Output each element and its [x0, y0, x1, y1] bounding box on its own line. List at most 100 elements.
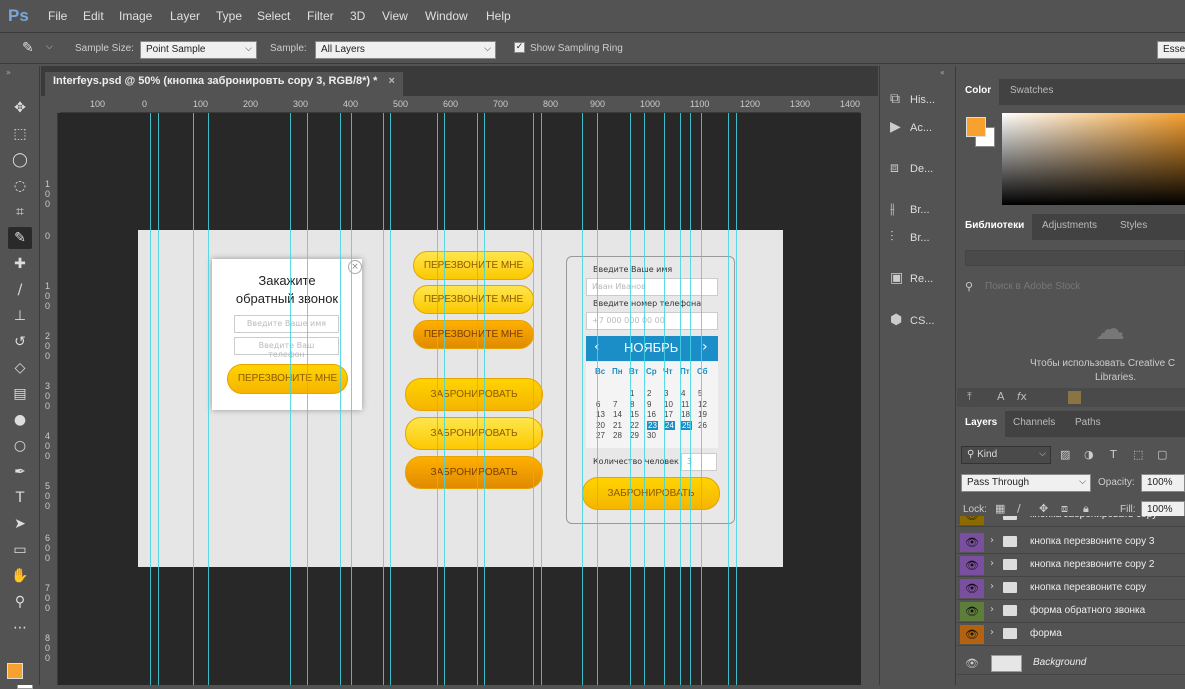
visibility-eye-icon[interactable]: 👁︎: [960, 579, 984, 598]
zoom-tool-icon[interactable]: ⚲: [8, 591, 32, 613]
guide-line[interactable]: [644, 113, 645, 685]
text-style-icon[interactable]: A: [997, 390, 1005, 403]
collapse-icon[interactable]: «: [940, 68, 945, 77]
brush-panel-button[interactable]: ⫲ Br...: [890, 200, 956, 224]
guide-line[interactable]: [736, 113, 737, 685]
calendar-day[interactable]: 14: [613, 410, 622, 419]
eraser-tool-icon[interactable]: ◇: [8, 357, 32, 379]
calendar-day[interactable]: 15: [630, 410, 639, 419]
calendar-day[interactable]: 4: [681, 389, 685, 398]
lock-pixels-icon[interactable]: /: [1017, 502, 1021, 515]
calendar-day[interactable]: 10: [664, 400, 673, 409]
guide-line[interactable]: [664, 113, 665, 685]
move-tool-icon[interactable]: ✥: [8, 97, 32, 119]
calendar-day[interactable]: 12: [698, 400, 707, 409]
calendar-day[interactable]: 16: [647, 410, 656, 419]
tab-layers[interactable]: Layers: [957, 411, 1006, 437]
visibility-eye-icon[interactable]: 👁︎: [960, 533, 984, 552]
dodge-tool-icon[interactable]: ○: [8, 435, 32, 457]
eyedropper-icon[interactable]: ✎: [22, 40, 34, 56]
calendar-day[interactable]: 29: [630, 431, 639, 440]
device-preview-button[interactable]: ⧈ De...: [890, 159, 956, 183]
popup-phone-input[interactable]: Введите Ваш телефон: [234, 337, 339, 359]
more-tools-icon[interactable]: ⋯: [8, 617, 32, 639]
visibility-eye-icon[interactable]: 👁︎: [960, 556, 984, 575]
menu-type[interactable]: Type: [216, 9, 242, 23]
color-picker-field[interactable]: [1002, 113, 1185, 205]
lock-all-icon[interactable]: 🔒︎: [1083, 502, 1089, 516]
visibility-eye-icon[interactable]: 👁︎: [960, 654, 984, 673]
sample-select[interactable]: All Layers ⌵: [315, 41, 496, 59]
resources-panel-button[interactable]: ▣ Re...: [890, 269, 956, 293]
expand-chevron-icon[interactable]: ›: [990, 535, 994, 546]
menu-window[interactable]: Window: [425, 9, 468, 23]
visibility-eye-icon[interactable]: 👁︎: [960, 516, 984, 525]
history-panel-button[interactable]: ⧉ His...: [890, 90, 956, 114]
layer-row[interactable]: 👁︎ › кнопка забронировать copy: [957, 516, 1185, 527]
guide-line[interactable]: [390, 113, 391, 685]
expand-chevron-icon[interactable]: ›: [990, 627, 994, 638]
calendar-day[interactable]: 23: [647, 420, 658, 430]
guide-line[interactable]: [158, 113, 159, 685]
eyedropper-tool-icon[interactable]: ✎: [8, 227, 32, 249]
expand-chevron-icon[interactable]: ›: [990, 581, 994, 592]
layer-row[interactable]: 👁︎ › форма обратного звонка: [957, 600, 1185, 623]
guide-line[interactable]: [597, 113, 598, 685]
show-ring-checkbox[interactable]: ✓: [514, 42, 525, 53]
expand-chevron-icon[interactable]: ›: [990, 604, 994, 615]
guide-line[interactable]: [150, 113, 151, 685]
layer-row[interactable]: 👁︎ › кнопка перезвоните copy 2: [957, 554, 1185, 577]
pen-tool-icon[interactable]: ✒: [8, 461, 32, 483]
call-button-hover[interactable]: ПЕРЕЗВОНИТЕ МНЕ: [413, 285, 534, 314]
calendar-day[interactable]: 9: [647, 400, 651, 409]
crop-tool-icon[interactable]: ⌗: [8, 201, 32, 223]
expand-chevron-icon[interactable]: ›: [990, 516, 994, 519]
book-button-normal[interactable]: ЗАБРОНИРОВАТЬ: [405, 378, 543, 411]
chevron-down-icon[interactable]: ⌵: [46, 42, 53, 52]
upload-icon[interactable]: ⤒: [967, 390, 972, 404]
guide-line[interactable]: [437, 113, 438, 685]
calendar-day[interactable]: 11: [681, 400, 689, 409]
layer-row[interactable]: 👁︎ › кнопка перезвоните copy 3: [957, 531, 1185, 554]
tab-styles[interactable]: Styles: [1112, 214, 1155, 240]
layer-row[interactable]: 👁︎ Background: [957, 652, 1185, 675]
menu-layer[interactable]: Layer: [170, 9, 200, 23]
healing-tool-icon[interactable]: ✚: [8, 253, 32, 275]
guide-line[interactable]: [582, 113, 583, 685]
booking-phone-input[interactable]: +7 000 000 00 00: [586, 312, 718, 330]
menu-file[interactable]: File: [48, 9, 67, 23]
guide-line[interactable]: [680, 113, 681, 685]
tab-paths[interactable]: Paths: [1067, 411, 1109, 437]
opacity-input[interactable]: 100%: [1141, 474, 1185, 492]
calendar-day[interactable]: 24: [664, 420, 675, 430]
rectangle-tool-icon[interactable]: ▭: [8, 539, 32, 561]
menu-filter[interactable]: Filter: [307, 9, 334, 23]
layer-row[interactable]: 👁︎ › форма: [957, 623, 1185, 646]
layer-style-icon[interactable]: 𝑓x: [1017, 390, 1027, 404]
call-button-normal[interactable]: ПЕРЕЗВОНИТЕ МНЕ: [413, 251, 534, 280]
popup-call-button[interactable]: ПЕРЕЗВОНИТЕ МНЕ: [227, 364, 348, 394]
close-icon[interactable]: ×: [389, 75, 395, 87]
brush-presets-button[interactable]: ⫶ Br...: [890, 228, 956, 252]
menu-help[interactable]: Help: [486, 9, 511, 23]
menu-3d[interactable]: 3D: [350, 9, 365, 23]
pixel-filter-icon[interactable]: ▨: [1060, 448, 1070, 461]
calendar-day[interactable]: 28: [613, 431, 622, 440]
guide-line[interactable]: [477, 113, 478, 685]
blur-tool-icon[interactable]: ●: [8, 409, 32, 431]
next-month-icon[interactable]: ›: [702, 339, 708, 355]
lock-transparent-icon[interactable]: ▦: [995, 502, 1005, 515]
lock-artboard-icon[interactable]: ⧈: [1061, 502, 1068, 516]
tab-libraries[interactable]: Библиотеки: [957, 214, 1033, 240]
tab-adjustments[interactable]: Adjustments: [1034, 214, 1105, 240]
smart-object-filter-icon[interactable]: ▢: [1157, 448, 1167, 461]
popup-name-input[interactable]: Введите Ваше имя: [234, 315, 339, 333]
guide-line[interactable]: [541, 113, 542, 685]
guide-line[interactable]: [630, 113, 631, 685]
layer-filter-select[interactable]: ⚲ Kind ⌵: [961, 446, 1051, 464]
book-button-pressed[interactable]: ЗАБРОНИРОВАТЬ: [405, 456, 543, 489]
calendar-day[interactable]: 7: [613, 400, 617, 409]
booking-name-input[interactable]: Иван Иванов: [586, 278, 718, 296]
blend-mode-select[interactable]: Pass Through ⌵: [961, 474, 1091, 492]
path-select-tool-icon[interactable]: ➤: [8, 513, 32, 535]
